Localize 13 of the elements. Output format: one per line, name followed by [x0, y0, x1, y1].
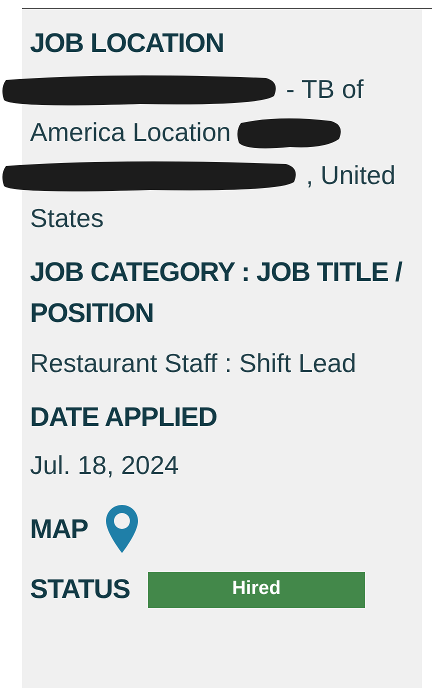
status-badge: Hired [148, 572, 365, 608]
date-value: Jul. 18, 2024 [30, 449, 180, 482]
section-heading: DATE APPLIED [30, 401, 218, 434]
map-pin-icon[interactable] [104, 503, 140, 555]
location-text: America Location [30, 116, 231, 149]
location-text: - TB of [286, 73, 364, 106]
section-heading: JOB CATEGORY : JOB TITLE / POSITION [30, 256, 404, 330]
category-value: Restaurant Staff : Shift Lead [30, 347, 358, 380]
map-label: MAP [30, 512, 88, 546]
location-text: States [30, 202, 104, 235]
status-label: STATUS [30, 573, 130, 606]
location-text: , United [306, 159, 396, 192]
section-heading: JOB LOCATION [30, 27, 225, 60]
